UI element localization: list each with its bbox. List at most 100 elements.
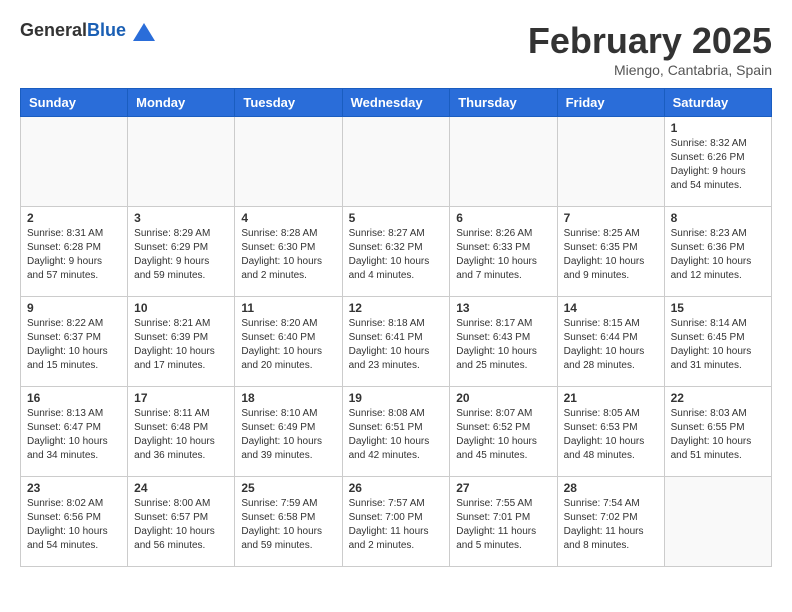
table-cell: 21 Sunrise: 8:05 AM Sunset: 6:53 PM Dayli… [557, 387, 664, 477]
day-info: Sunrise: 8:05 AM Sunset: 6:53 PM Dayligh… [564, 407, 658, 463]
day-info: Sunrise: 8:28 AM Sunset: 6:30 PM Dayligh… [241, 227, 335, 283]
day-number: 19 [349, 391, 444, 405]
table-cell: 10 Sunrise: 8:21 AM Sunset: 6:39 PM Dayli… [128, 297, 235, 387]
day-number: 25 [241, 481, 335, 495]
table-cell: 16 Sunrise: 8:13 AM Sunset: 6:47 PM Dayli… [21, 387, 128, 477]
logo: GeneralBlue [20, 20, 155, 41]
table-cell: 11 Sunrise: 8:20 AM Sunset: 6:40 PM Dayli… [235, 297, 342, 387]
table-cell [342, 117, 450, 207]
day-info: Sunrise: 8:00 AM Sunset: 6:57 PM Dayligh… [134, 497, 228, 553]
day-number: 6 [456, 211, 550, 225]
day-number: 16 [27, 391, 121, 405]
day-number: 21 [564, 391, 658, 405]
table-cell: 4 Sunrise: 8:28 AM Sunset: 6:30 PM Daylig… [235, 207, 342, 297]
table-cell: 9 Sunrise: 8:22 AM Sunset: 6:37 PM Daylig… [21, 297, 128, 387]
day-number: 5 [349, 211, 444, 225]
table-cell: 28Sunrise: 7:54 AM Sunset: 7:02 PM Dayli… [557, 477, 664, 567]
day-number: 11 [241, 301, 335, 315]
calendar: Sunday Monday Tuesday Wednesday Thursday… [20, 88, 772, 567]
day-info: Sunrise: 8:08 AM Sunset: 6:51 PM Dayligh… [349, 407, 444, 463]
day-number: 18 [241, 391, 335, 405]
header-sunday: Sunday [21, 89, 128, 117]
week-row-1: 2 Sunrise: 8:31 AM Sunset: 6:28 PM Daylig… [21, 207, 772, 297]
day-info: Sunrise: 8:32 AM Sunset: 6:26 PM Dayligh… [671, 137, 765, 193]
day-number: 20 [456, 391, 550, 405]
header: GeneralBlue February 2025 Miengo, Cantab… [20, 20, 772, 78]
day-number: 13 [456, 301, 550, 315]
day-info: Sunrise: 8:07 AM Sunset: 6:52 PM Dayligh… [456, 407, 550, 463]
day-info: Sunrise: 8:29 AM Sunset: 6:29 PM Dayligh… [134, 227, 228, 283]
location: Miengo, Cantabria, Spain [528, 62, 772, 78]
header-friday: Friday [557, 89, 664, 117]
day-info: Sunrise: 8:13 AM Sunset: 6:47 PM Dayligh… [27, 407, 121, 463]
header-wednesday: Wednesday [342, 89, 450, 117]
logo-blue: Blue [87, 20, 126, 40]
day-number: 4 [241, 211, 335, 225]
table-cell: 1 Sunrise: 8:32 AM Sunset: 6:26 PM Daylig… [664, 117, 771, 207]
table-cell: 5Sunrise: 8:27 AM Sunset: 6:32 PM Daylig… [342, 207, 450, 297]
day-number: 10 [134, 301, 228, 315]
day-number: 1 [671, 121, 765, 135]
table-cell: 14 Sunrise: 8:15 AM Sunset: 6:44 PM Dayli… [557, 297, 664, 387]
table-cell [664, 477, 771, 567]
month-title: February 2025 [528, 20, 772, 62]
table-cell: 18 Sunrise: 8:10 AM Sunset: 6:49 PM Dayli… [235, 387, 342, 477]
day-number: 14 [564, 301, 658, 315]
table-cell: 27Sunrise: 7:55 AM Sunset: 7:01 PM Dayli… [450, 477, 557, 567]
table-cell: 23Sunrise: 8:02 AM Sunset: 6:56 PM Dayli… [21, 477, 128, 567]
day-number: 9 [27, 301, 121, 315]
logo-general: General [20, 20, 87, 40]
day-info: Sunrise: 8:14 AM Sunset: 6:45 PM Dayligh… [671, 317, 765, 373]
day-info: Sunrise: 8:18 AM Sunset: 6:41 PM Dayligh… [349, 317, 444, 373]
week-row-0: 1 Sunrise: 8:32 AM Sunset: 6:26 PM Daylig… [21, 117, 772, 207]
day-info: Sunrise: 8:31 AM Sunset: 6:28 PM Dayligh… [27, 227, 121, 283]
day-info: Sunrise: 8:10 AM Sunset: 6:49 PM Dayligh… [241, 407, 335, 463]
calendar-header: Sunday Monday Tuesday Wednesday Thursday… [21, 89, 772, 117]
table-cell: 2 Sunrise: 8:31 AM Sunset: 6:28 PM Daylig… [21, 207, 128, 297]
day-number: 26 [349, 481, 444, 495]
logo-icon [133, 23, 155, 41]
table-cell: 12 Sunrise: 8:18 AM Sunset: 6:41 PM Dayli… [342, 297, 450, 387]
day-info: Sunrise: 8:22 AM Sunset: 6:37 PM Dayligh… [27, 317, 121, 373]
table-cell: 24 Sunrise: 8:00 AM Sunset: 6:57 PM Dayli… [128, 477, 235, 567]
table-cell [128, 117, 235, 207]
day-number: 3 [134, 211, 228, 225]
day-number: 15 [671, 301, 765, 315]
day-number: 7 [564, 211, 658, 225]
header-thursday: Thursday [450, 89, 557, 117]
day-info: Sunrise: 8:21 AM Sunset: 6:39 PM Dayligh… [134, 317, 228, 373]
day-info: Sunrise: 7:57 AM Sunset: 7:00 PM Dayligh… [349, 497, 444, 553]
title-area: February 2025 Miengo, Cantabria, Spain [528, 20, 772, 78]
table-cell: 6Sunrise: 8:26 AM Sunset: 6:33 PM Daylig… [450, 207, 557, 297]
week-row-2: 9 Sunrise: 8:22 AM Sunset: 6:37 PM Daylig… [21, 297, 772, 387]
day-info: Sunrise: 7:59 AM Sunset: 6:58 PM Dayligh… [241, 497, 335, 553]
weekday-header-row: Sunday Monday Tuesday Wednesday Thursday… [21, 89, 772, 117]
day-info: Sunrise: 8:20 AM Sunset: 6:40 PM Dayligh… [241, 317, 335, 373]
day-number: 22 [671, 391, 765, 405]
table-cell: 19 Sunrise: 8:08 AM Sunset: 6:51 PM Dayli… [342, 387, 450, 477]
day-info: Sunrise: 8:11 AM Sunset: 6:48 PM Dayligh… [134, 407, 228, 463]
table-cell: 15 Sunrise: 8:14 AM Sunset: 6:45 PM Dayli… [664, 297, 771, 387]
table-cell: 22 Sunrise: 8:03 AM Sunset: 6:55 PM Dayli… [664, 387, 771, 477]
table-cell: 3 Sunrise: 8:29 AM Sunset: 6:29 PM Daylig… [128, 207, 235, 297]
week-row-4: 23Sunrise: 8:02 AM Sunset: 6:56 PM Dayli… [21, 477, 772, 567]
day-number: 8 [671, 211, 765, 225]
day-number: 12 [349, 301, 444, 315]
day-info: Sunrise: 8:03 AM Sunset: 6:55 PM Dayligh… [671, 407, 765, 463]
table-cell: 25 Sunrise: 7:59 AM Sunset: 6:58 PM Dayli… [235, 477, 342, 567]
table-cell: 20 Sunrise: 8:07 AM Sunset: 6:52 PM Dayli… [450, 387, 557, 477]
header-saturday: Saturday [664, 89, 771, 117]
day-number: 2 [27, 211, 121, 225]
day-info: Sunrise: 8:02 AM Sunset: 6:56 PM Dayligh… [27, 497, 121, 553]
table-cell: 8Sunrise: 8:23 AM Sunset: 6:36 PM Daylig… [664, 207, 771, 297]
table-cell [557, 117, 664, 207]
day-info: Sunrise: 8:25 AM Sunset: 6:35 PM Dayligh… [564, 227, 658, 283]
day-number: 24 [134, 481, 228, 495]
header-tuesday: Tuesday [235, 89, 342, 117]
day-info: Sunrise: 8:15 AM Sunset: 6:44 PM Dayligh… [564, 317, 658, 373]
week-row-3: 16 Sunrise: 8:13 AM Sunset: 6:47 PM Dayli… [21, 387, 772, 477]
table-cell [21, 117, 128, 207]
table-cell: 26 Sunrise: 7:57 AM Sunset: 7:00 PM Dayli… [342, 477, 450, 567]
table-cell [450, 117, 557, 207]
table-cell [235, 117, 342, 207]
